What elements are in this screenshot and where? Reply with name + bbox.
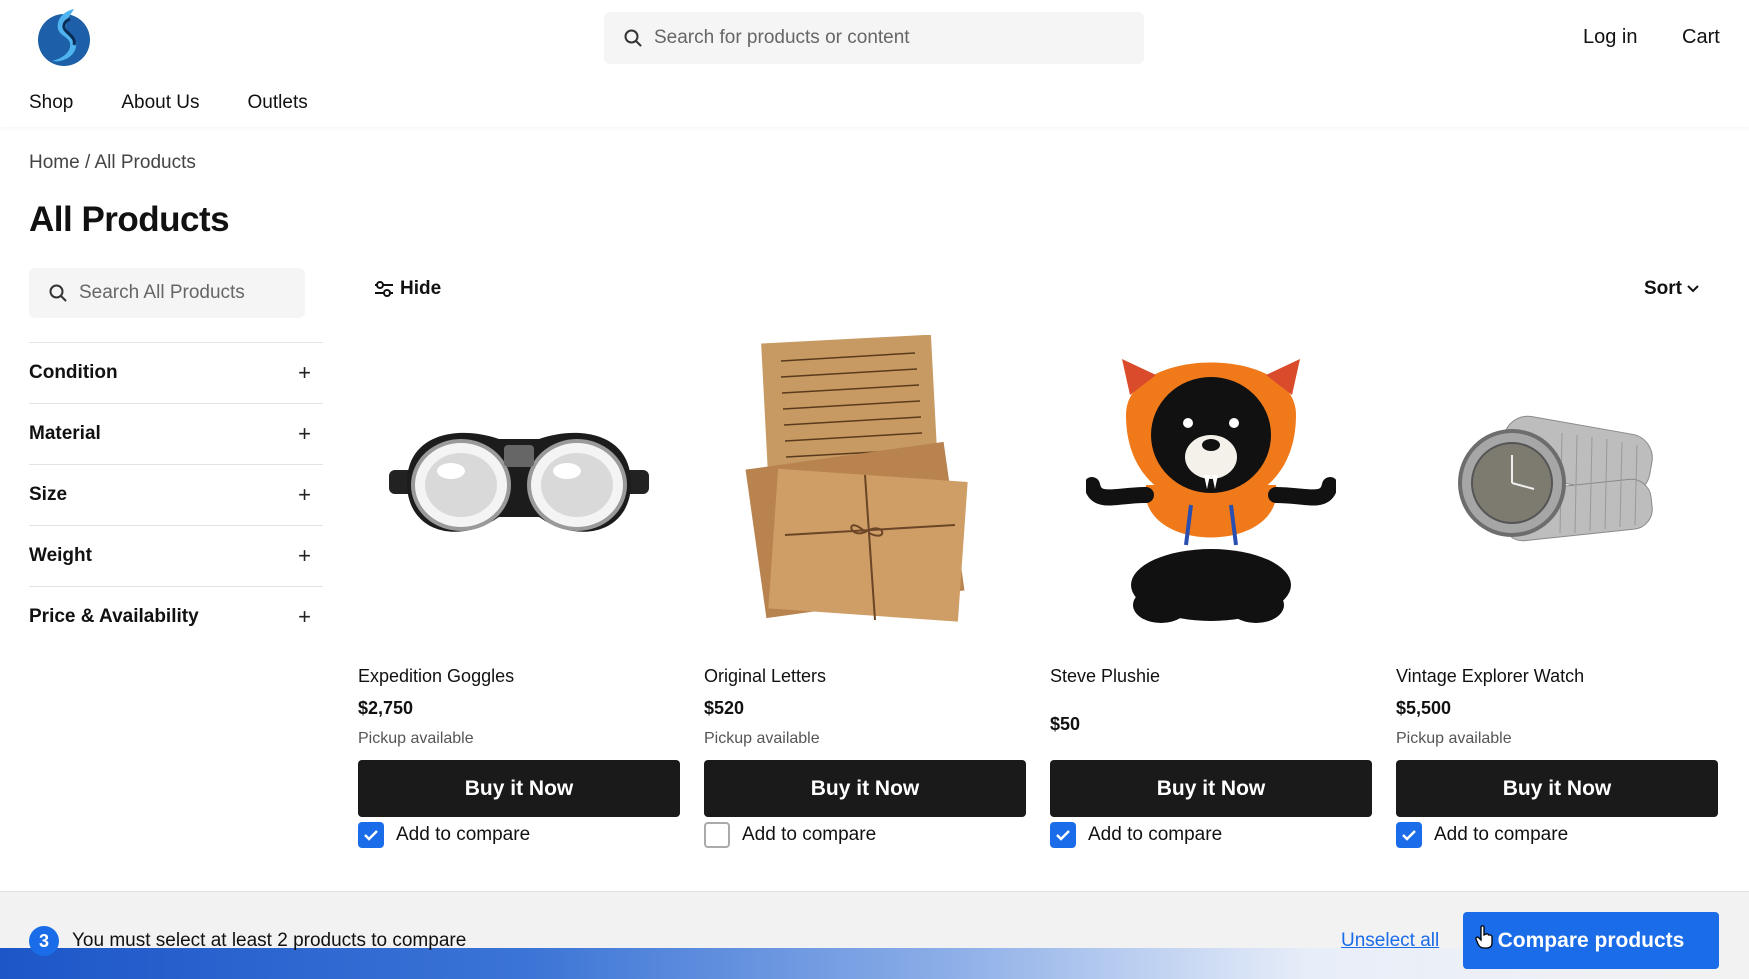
filter-label: Material <box>29 423 101 444</box>
add-to-compare-checkbox[interactable]: Add to compare <box>1050 822 1222 848</box>
page-title: All Products <box>29 200 230 239</box>
product-image-plushie[interactable] <box>1050 330 1372 640</box>
checkbox-unchecked-icon <box>704 822 730 848</box>
search-icon <box>49 284 67 302</box>
plus-icon: + <box>298 604 311 629</box>
pickup-status: Pickup available <box>1396 730 1512 747</box>
filter-condition[interactable]: Condition + <box>29 342 323 403</box>
site-header: Search for products or content Log in Ca… <box>0 0 1749 127</box>
checkbox-checked-icon <box>1396 822 1422 848</box>
add-to-compare-checkbox[interactable]: Add to compare <box>704 822 876 848</box>
filter-material[interactable]: Material + <box>29 403 323 464</box>
selected-count-badge: 3 <box>29 926 59 956</box>
plus-icon: + <box>298 421 311 446</box>
site-search-placeholder: Search for products or content <box>654 27 910 48</box>
compare-label: Add to compare <box>1434 824 1569 845</box>
filter-price-availability[interactable]: Price & Availability + <box>29 586 323 647</box>
product-price: $50 <box>1050 714 1081 734</box>
checkbox-checked-icon <box>1050 822 1076 848</box>
filter-list: Condition + Material + Size + Weight + P… <box>29 342 323 647</box>
compare-products-button[interactable]: Compare products <box>1463 912 1719 969</box>
search-icon <box>624 29 642 47</box>
cart-link[interactable]: Cart <box>1682 26 1720 49</box>
product-price: $2,750 <box>358 698 414 718</box>
product-name[interactable]: Vintage Explorer Watch <box>1396 666 1584 687</box>
pickup-status: Pickup available <box>358 730 474 747</box>
add-to-compare-checkbox[interactable]: Add to compare <box>1396 822 1568 848</box>
product-price: $5,500 <box>1396 698 1452 718</box>
plus-icon: + <box>298 360 311 385</box>
compare-label: Add to compare <box>396 824 531 845</box>
product-image-watch[interactable] <box>1396 330 1718 640</box>
breadcrumb: Home / All Products <box>29 152 196 174</box>
filter-label: Weight <box>29 545 92 566</box>
filter-weight[interactable]: Weight + <box>29 525 323 586</box>
sort-label: Sort <box>1644 278 1682 299</box>
breadcrumb-home[interactable]: Home <box>29 152 80 173</box>
pickup-status: Pickup available <box>704 730 820 747</box>
product-name[interactable]: Expedition Goggles <box>358 666 514 687</box>
buy-now-button[interactable]: Buy it Now <box>1396 760 1718 817</box>
compare-label: Add to compare <box>1088 824 1223 845</box>
unselect-all-link[interactable]: Unselect all <box>1341 930 1439 952</box>
hide-label: Hide <box>400 278 442 299</box>
plus-icon: + <box>298 543 311 568</box>
hand-pointer-icon <box>1475 925 1493 949</box>
login-link[interactable]: Log in <box>1583 26 1638 49</box>
chevron-down-icon <box>1687 285 1699 293</box>
compare-label: Add to compare <box>742 824 877 845</box>
nav-shop[interactable]: Shop <box>29 92 73 114</box>
site-search-input[interactable]: Search for products or content <box>604 12 1144 64</box>
filter-label: Size <box>29 484 68 505</box>
buy-now-button[interactable]: Buy it Now <box>1050 760 1372 817</box>
product-card: Steve Plushie $50 Buy it Now Add to comp… <box>1050 330 1372 848</box>
compare-message: You must select at least 2 products to c… <box>72 930 467 951</box>
nav-outlets[interactable]: Outlets <box>248 92 308 114</box>
breadcrumb-current: All Products <box>94 152 196 173</box>
filter-label: Condition <box>29 362 118 383</box>
product-card: Expedition Goggles $2,750 Pickup availab… <box>358 330 680 848</box>
product-image-goggles[interactable] <box>358 330 680 640</box>
nav-about-us[interactable]: About Us <box>121 92 199 114</box>
product-image-letters[interactable] <box>704 330 1026 640</box>
plus-icon: + <box>298 482 311 507</box>
filter-size[interactable]: Size + <box>29 464 323 525</box>
sort-dropdown[interactable]: Sort <box>1644 278 1700 300</box>
sliders-icon <box>375 281 393 297</box>
product-search-input[interactable]: Search All Products <box>29 268 305 318</box>
hide-filters-button[interactable]: Hide <box>374 278 441 300</box>
buy-now-button[interactable]: Buy it Now <box>704 760 1026 817</box>
product-name[interactable]: Steve Plushie <box>1050 666 1160 687</box>
product-price: $520 <box>704 698 745 718</box>
buy-now-button[interactable]: Buy it Now <box>358 760 680 817</box>
checkbox-checked-icon <box>358 822 384 848</box>
main-nav: Shop About Us Outlets <box>29 92 356 114</box>
filter-label: Price & Availability <box>29 606 199 627</box>
product-card: Original Letters $520 Pickup available B… <box>704 330 1026 848</box>
product-search-placeholder: Search All Products <box>79 282 245 303</box>
product-card: Vintage Explorer Watch $5,500 Pickup ava… <box>1396 330 1718 848</box>
add-to-compare-checkbox[interactable]: Add to compare <box>358 822 530 848</box>
brand-logo[interactable] <box>36 5 92 71</box>
breadcrumb-separator: / <box>79 152 95 173</box>
product-name[interactable]: Original Letters <box>704 666 826 687</box>
